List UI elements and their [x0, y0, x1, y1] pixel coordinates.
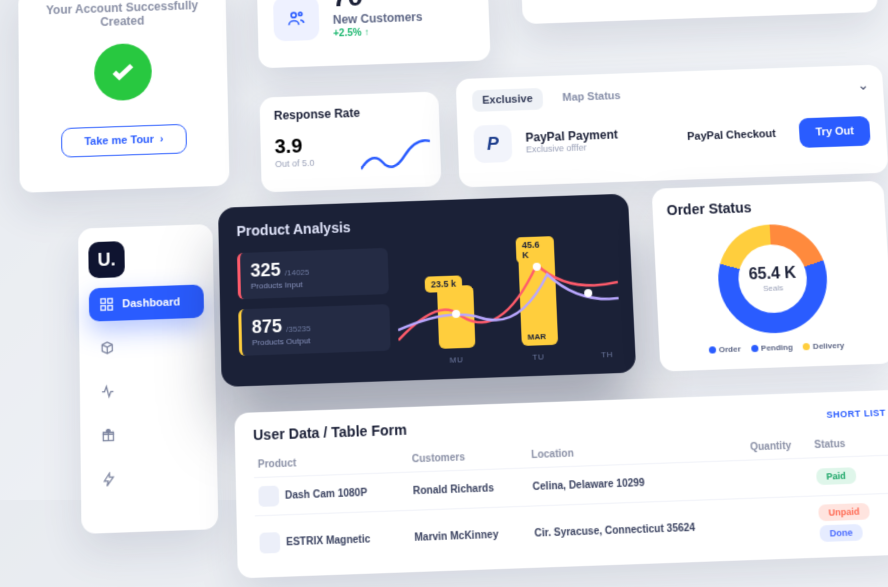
col-quantity: Quantity — [745, 434, 811, 460]
col-status: Status — [810, 431, 888, 458]
paypal-card: Exclusive Map Status ⌄ P PayPal Payment … — [456, 64, 888, 187]
sidebar-item-products[interactable] — [89, 328, 205, 365]
brand-logo: U. — [88, 241, 125, 278]
sidebar: U. Dashboard — [78, 224, 218, 534]
activity-icon — [100, 384, 115, 400]
paypal-sub: Exclusive offfer — [526, 141, 619, 154]
stat-products-output: 875/35235 Products Output — [238, 304, 390, 356]
google-stat-card: Google +40 ↑ -12 ↓ — [520, 0, 878, 24]
order-status-legend: Order Pending Delivery — [673, 340, 879, 356]
tab-exclusive[interactable]: Exclusive — [472, 88, 543, 112]
new-customers-label: New Customers — [333, 10, 423, 27]
paypal-icon: P — [473, 124, 512, 163]
product-analysis-title: Product Analysis — [236, 210, 611, 239]
grid-icon — [99, 297, 114, 313]
status-badge: Unpaid — [818, 503, 870, 521]
gift-icon — [101, 428, 116, 444]
short-list-link[interactable]: SHORT LIST — [826, 408, 886, 420]
users-icon — [273, 0, 320, 41]
product-thumb-icon — [258, 486, 279, 507]
chevron-right-icon: › — [160, 133, 164, 145]
user-data-table: Product Customers Location Quantity Stat… — [254, 431, 888, 570]
response-rate-card: Response Rate 3.9 Out of 5.0 — [260, 92, 442, 193]
box-icon — [100, 340, 115, 356]
account-created-card: Your Account Successfully Created Take m… — [18, 0, 229, 193]
order-status-card: Order Status 65.4 K Seals Order Pending … — [652, 181, 888, 372]
new-customers-delta: +2.5% ↑ — [333, 26, 423, 40]
try-out-button[interactable]: Try Out — [799, 116, 871, 148]
product-thumb-icon — [259, 532, 280, 554]
paypal-checkout-label: PayPal Checkout — [687, 128, 776, 143]
response-rate-title: Response Rate — [274, 104, 425, 123]
order-status-donut: 65.4 K Seals — [716, 223, 831, 335]
stat-products-input: 325/14025 Products Input — [237, 248, 389, 299]
sidebar-item-rewards[interactable] — [90, 415, 206, 453]
lightning-icon — [101, 472, 116, 488]
status-badge: Paid — [816, 467, 857, 485]
sidebar-item-dashboard[interactable]: Dashboard — [89, 284, 204, 321]
status-badge: Done — [819, 524, 863, 542]
account-title: Your Account Successfully Created — [32, 0, 212, 31]
product-analysis-card: Product Analysis 325/14025 Products Inpu… — [218, 194, 636, 387]
response-sparkline — [360, 137, 431, 179]
sidebar-item-power[interactable] — [91, 459, 208, 497]
chevron-down-icon[interactable]: ⌄ — [857, 77, 870, 94]
sidebar-item-activity[interactable] — [90, 371, 206, 409]
order-status-sub: Seals — [763, 283, 784, 293]
success-check-icon — [94, 43, 152, 102]
tab-map-status[interactable]: Map Status — [552, 85, 631, 109]
order-status-value: 65.4 K — [748, 264, 796, 284]
product-analysis-chart: 45.6 K MAR 23.5 k MU TU TH — [396, 242, 622, 371]
user-data-table-card: User Data / Table Form SHORT LIST Produc… — [234, 390, 888, 579]
new-customers-card: 70 New Customers +2.5% ↑ ⋯ — [257, 0, 491, 68]
order-status-title: Order Status — [666, 195, 871, 218]
take-tour-button[interactable]: Take me Tour› — [61, 124, 187, 158]
user-data-title: User Data / Table Form — [253, 421, 407, 443]
